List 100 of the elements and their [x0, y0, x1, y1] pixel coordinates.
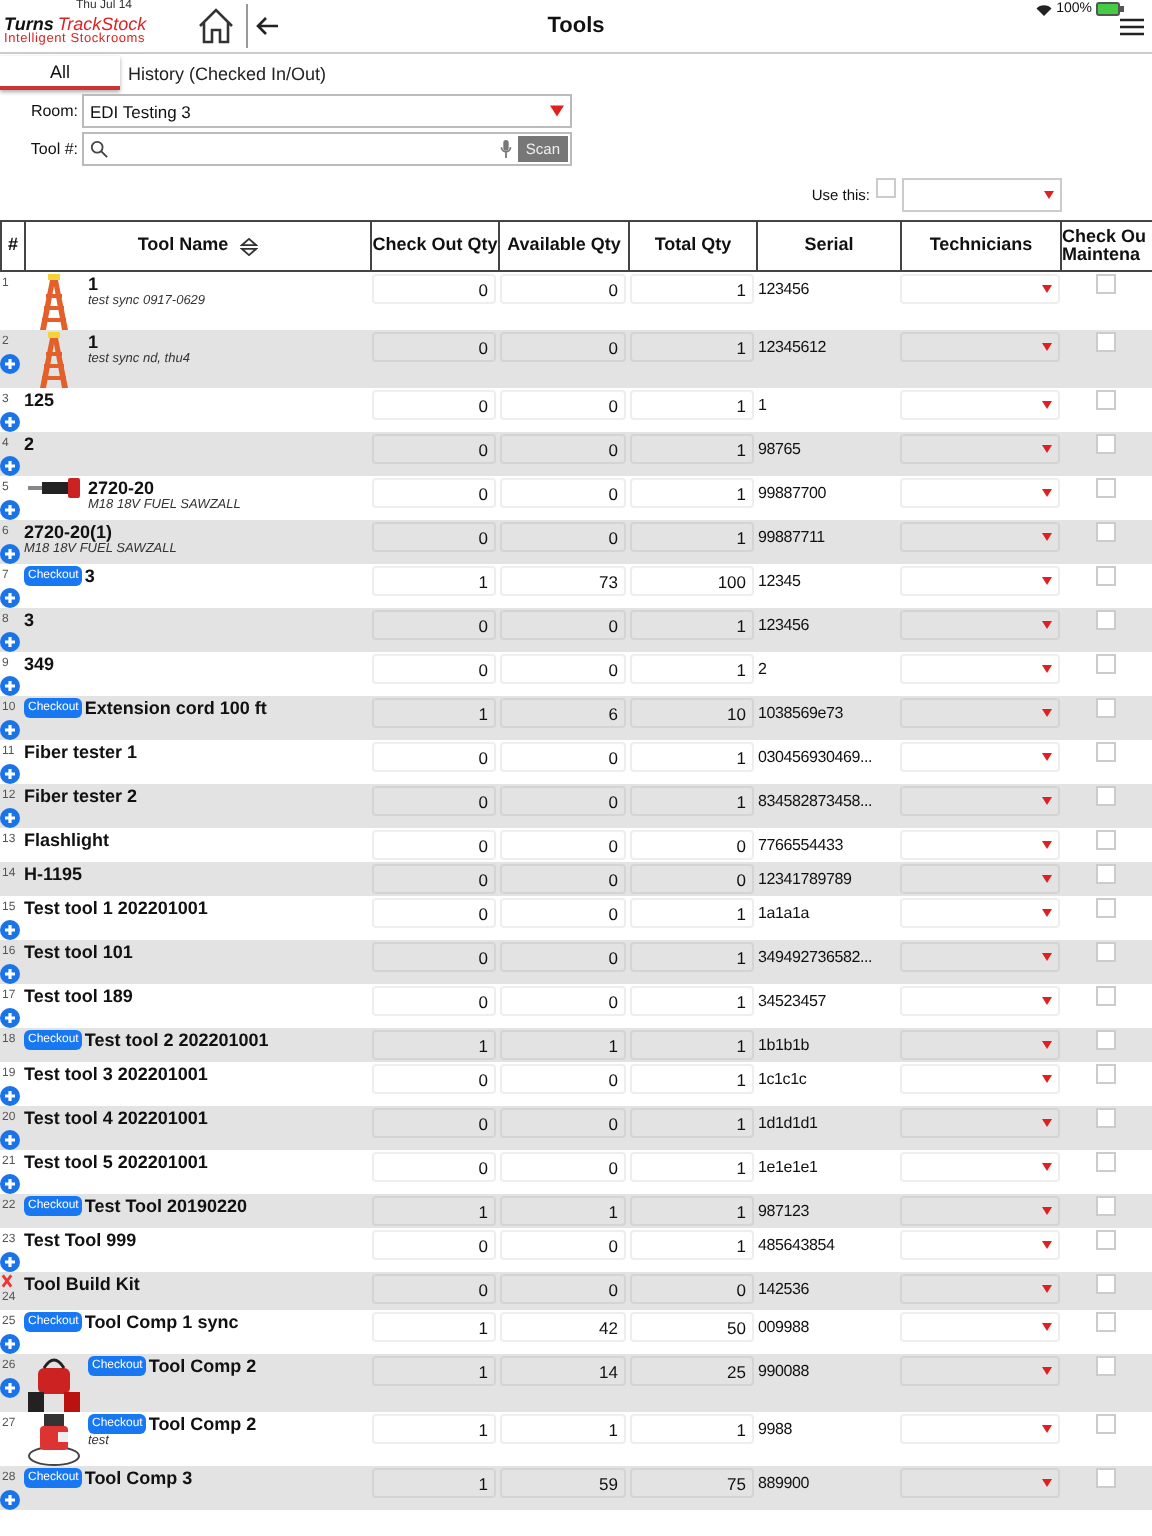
available-qty: 0 [500, 1274, 626, 1304]
check-out-qty-field[interactable]: 0 [372, 434, 496, 464]
check-out-qty-field[interactable]: 0 [372, 942, 496, 972]
tool-name: Tool Comp 2 [148, 1356, 257, 1376]
check-out-qty-field[interactable]: 0 [372, 1108, 496, 1138]
tool-name: Tool Comp 1 sync [84, 1312, 239, 1332]
available-qty: 14 [500, 1356, 626, 1386]
check-out-qty-field[interactable]: 0 [372, 274, 496, 304]
serial: 34523457 [756, 990, 828, 1014]
check-out-qty-field[interactable]: 1 [372, 566, 496, 596]
check-out-qty-field[interactable]: 0 [372, 742, 496, 772]
total-qty: 50 [630, 1312, 754, 1342]
total-qty: 1 [630, 274, 754, 304]
serial: 9988 [756, 1418, 794, 1442]
available-qty: 0 [500, 898, 626, 928]
available-qty: 42 [500, 1312, 626, 1342]
serial: 12345612 [756, 336, 828, 360]
check-out-qty-field[interactable]: 0 [372, 830, 496, 860]
tool-name: Test tool 189 [24, 986, 133, 1006]
check-out-qty-field[interactable]: 0 [372, 654, 496, 684]
check-out-qty-field[interactable]: 0 [372, 332, 496, 362]
serial: 485643854 [756, 1234, 837, 1258]
total-qty: 0 [630, 830, 754, 860]
total-qty: 1 [630, 898, 754, 928]
serial: 2 [756, 658, 769, 682]
check-out-qty-field[interactable]: 0 [372, 478, 496, 508]
page-title: Tools [547, 14, 605, 38]
tool-name: Tool Comp 3 [84, 1468, 193, 1488]
check-out-qty-field[interactable]: 1 [372, 1468, 496, 1498]
check-out-qty-field[interactable]: 0 [372, 522, 496, 552]
available-qty: 1 [500, 1414, 626, 1444]
check-out-qty-field[interactable]: 0 [372, 864, 496, 894]
tool-name: 2 [24, 434, 35, 454]
total-qty: 1 [630, 1108, 754, 1138]
serial: 99887700 [756, 482, 828, 506]
total-qty: 1 [630, 434, 754, 464]
available-qty: 0 [500, 1152, 626, 1182]
available-qty: 0 [500, 1108, 626, 1138]
available-qty: 0 [500, 1064, 626, 1094]
serial: 1 [756, 394, 769, 418]
check-out-qty-field[interactable]: 1 [372, 698, 496, 728]
room-label: Room: [28, 102, 78, 120]
available-qty: 0 [500, 786, 626, 816]
column-header[interactable]: Tool Name [24, 220, 370, 272]
total-qty: 0 [630, 1274, 754, 1304]
total-qty: 75 [630, 1468, 754, 1498]
serial: 99887711 [756, 526, 827, 550]
tool-name: 1 [88, 332, 99, 352]
tool-name: Tool Comp 2 [148, 1414, 257, 1434]
check-out-qty-field[interactable]: 1 [372, 1356, 496, 1386]
tool-name: 3 [24, 610, 35, 630]
total-qty: 1 [630, 332, 754, 362]
available-qty: 73 [500, 566, 626, 596]
total-qty: 1 [630, 742, 754, 772]
total-qty: 100 [630, 566, 754, 596]
serial: 1c1c1c [756, 1068, 809, 1092]
total-qty: 1 [630, 942, 754, 972]
check-out-qty-field[interactable]: 1 [372, 1312, 496, 1342]
tool-name: Test tool 101 [24, 942, 133, 962]
available-qty: 0 [500, 610, 626, 640]
total-qty: 1 [630, 786, 754, 816]
serial: 123456 [756, 278, 811, 302]
tab[interactable]: All [0, 56, 120, 90]
available-qty: 0 [500, 942, 626, 972]
check-out-qty-field[interactable]: 0 [372, 390, 496, 420]
check-out-qty-field[interactable]: 0 [372, 898, 496, 928]
serial: 030456930469... [756, 746, 875, 770]
serial: 889900 [756, 1472, 811, 1496]
check-out-qty-field[interactable]: 1 [372, 1414, 496, 1444]
tool-name: Test tool 5 202201001 [24, 1152, 208, 1172]
check-out-qty-field[interactable]: 0 [372, 1274, 496, 1304]
total-qty: 1 [630, 654, 754, 684]
available-qty: 0 [500, 830, 626, 860]
tool-name: 2720-20(1) [24, 522, 113, 542]
tool-name: Test tool 2 202201001 [84, 1030, 269, 1050]
available-qty: 0 [500, 522, 626, 552]
serial: 990088 [756, 1360, 811, 1384]
check-out-qty-field[interactable]: 0 [372, 1152, 496, 1182]
total-qty: 10 [630, 698, 754, 728]
check-out-qty-field[interactable]: 1 [372, 1196, 496, 1226]
available-qty: 0 [500, 1230, 626, 1260]
logo-brand: Turns [4, 16, 54, 35]
check-out-qty-field[interactable]: 0 [372, 610, 496, 640]
serial: 009988 [756, 1316, 811, 1340]
total-qty: 1 [630, 1230, 754, 1260]
room-select[interactable]: EDI Testing 3 [82, 94, 572, 128]
check-out-qty-field[interactable]: 0 [372, 1064, 496, 1094]
serial: 12345 [756, 570, 803, 594]
check-out-qty-field[interactable]: 0 [372, 786, 496, 816]
tab[interactable]: History (Checked In/Out) [120, 56, 335, 90]
available-qty: 0 [500, 332, 626, 362]
logo-product: TrackStock [57, 16, 147, 35]
tool-name: Test tool 1 202201001 [24, 898, 208, 918]
check-out-qty-field[interactable]: 0 [372, 986, 496, 1016]
check-out-qty-field[interactable]: 1 [372, 1030, 496, 1060]
tool-name: Extension cord 100 ft [84, 698, 267, 718]
tool-name: Flashlight [24, 830, 109, 850]
check-out-qty-field[interactable]: 0 [372, 1230, 496, 1260]
tool-name: 349 [24, 654, 55, 674]
available-qty: 1 [500, 1196, 626, 1226]
